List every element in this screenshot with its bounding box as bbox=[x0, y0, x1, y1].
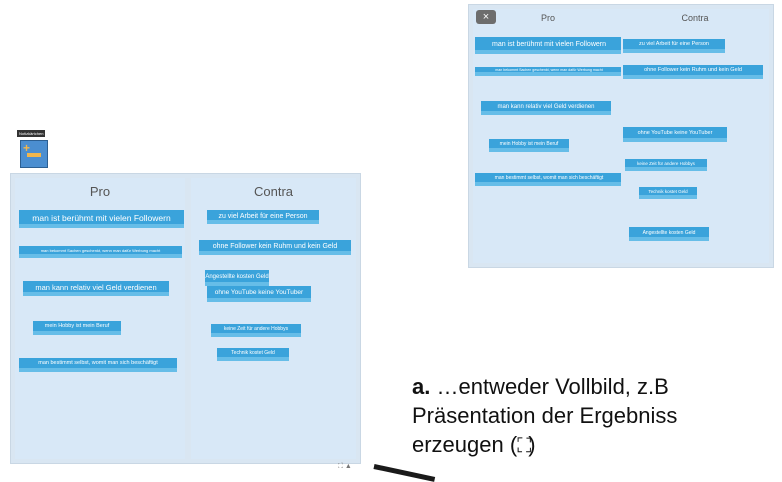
note-card[interactable]: man ist berühmt mit vielen Followern bbox=[475, 37, 623, 54]
note-card[interactable]: man bekommt Sachen geschenkt, wenn man d… bbox=[475, 67, 623, 76]
note-card[interactable]: zu viel Arbeit für eine Person bbox=[207, 210, 319, 224]
fullscreen-icon: ⛶ bbox=[517, 435, 531, 457]
note-card[interactable]: man bestimmt selbst, womit man sich besc… bbox=[19, 358, 177, 372]
note-card[interactable]: ohne Follower kein Ruhm und kein Geld bbox=[199, 240, 351, 255]
caption-line-1: a. …entweder Vollbild, z.B bbox=[412, 374, 669, 399]
close-fullscreen-button[interactable]: × bbox=[476, 10, 496, 24]
contra-column: Contra zu viel Arbeit für eine Person oh… bbox=[191, 178, 356, 459]
note-card[interactable]: man ist berühmt mit vielen Followern bbox=[19, 210, 184, 228]
board-corner-icons[interactable]: ⛶ ▲ bbox=[338, 463, 352, 471]
note-card[interactable]: man bestimmt selbst, womit man sich besc… bbox=[475, 173, 623, 186]
fullscreen-preview-board: Pro man ist berühmt mit vielen Followern… bbox=[468, 4, 774, 268]
pro-column: Pro man ist berühmt mit vielen Followern… bbox=[15, 178, 185, 459]
note-card[interactable]: man kann relativ viel Geld verdienen bbox=[481, 101, 611, 115]
note-card[interactable]: mein Hobby ist mein Beruf bbox=[489, 139, 569, 152]
note-card[interactable]: keine Zeit für andere Hobbys bbox=[625, 159, 707, 171]
contra-header: Contra bbox=[253, 184, 294, 199]
pro-column-preview: Pro man ist berühmt mit vielen Followern… bbox=[473, 9, 623, 263]
note-card[interactable]: zu viel Arbeit für eine Person bbox=[623, 39, 725, 53]
arrow-icon bbox=[373, 464, 436, 482]
note-card[interactable]: keine Zeit für andere Hobbys bbox=[211, 324, 301, 337]
pro-header: Pro bbox=[89, 184, 111, 199]
app-label: Notizkärtchen bbox=[17, 130, 46, 137]
note-card[interactable]: Technik kostet Geld bbox=[639, 187, 697, 199]
caption-line-3: erzeugen (⛶) bbox=[412, 432, 536, 457]
note-card[interactable]: Technik kostet Geld bbox=[217, 348, 289, 361]
instruction-caption: a. …entweder Vollbild, z.B Präsentation … bbox=[412, 372, 782, 461]
close-icon: × bbox=[482, 11, 490, 23]
note-card[interactable]: ohne Follower kein Ruhm und kein Geld bbox=[623, 65, 763, 79]
note-card[interactable]: ohne YouTube keine YouTuber bbox=[207, 286, 311, 302]
caption-line-2: Präsentation der Ergebniss bbox=[412, 403, 678, 428]
note-card[interactable]: man kann relativ viel Geld verdienen bbox=[23, 281, 169, 296]
contra-header-preview: Contra bbox=[681, 13, 709, 23]
note-card[interactable]: ohne YouTube keine YouTuber bbox=[623, 127, 727, 142]
bar-icon bbox=[27, 153, 41, 157]
note-card[interactable]: Angestellte kosten Geld bbox=[629, 227, 709, 241]
contra-column-preview: Contra zu viel Arbeit für eine Person oh… bbox=[621, 9, 769, 263]
pro-contra-board: Pro man ist berühmt mit vielen Followern… bbox=[10, 173, 361, 464]
note-card[interactable]: Angestellte kosten Geld bbox=[205, 270, 269, 286]
note-card[interactable]: man bekommt Sachen geschenkt, wenn man d… bbox=[19, 246, 182, 258]
notes-app-icon[interactable]: + bbox=[20, 140, 48, 168]
note-card[interactable]: mein Hobby ist mein Beruf bbox=[33, 321, 121, 335]
